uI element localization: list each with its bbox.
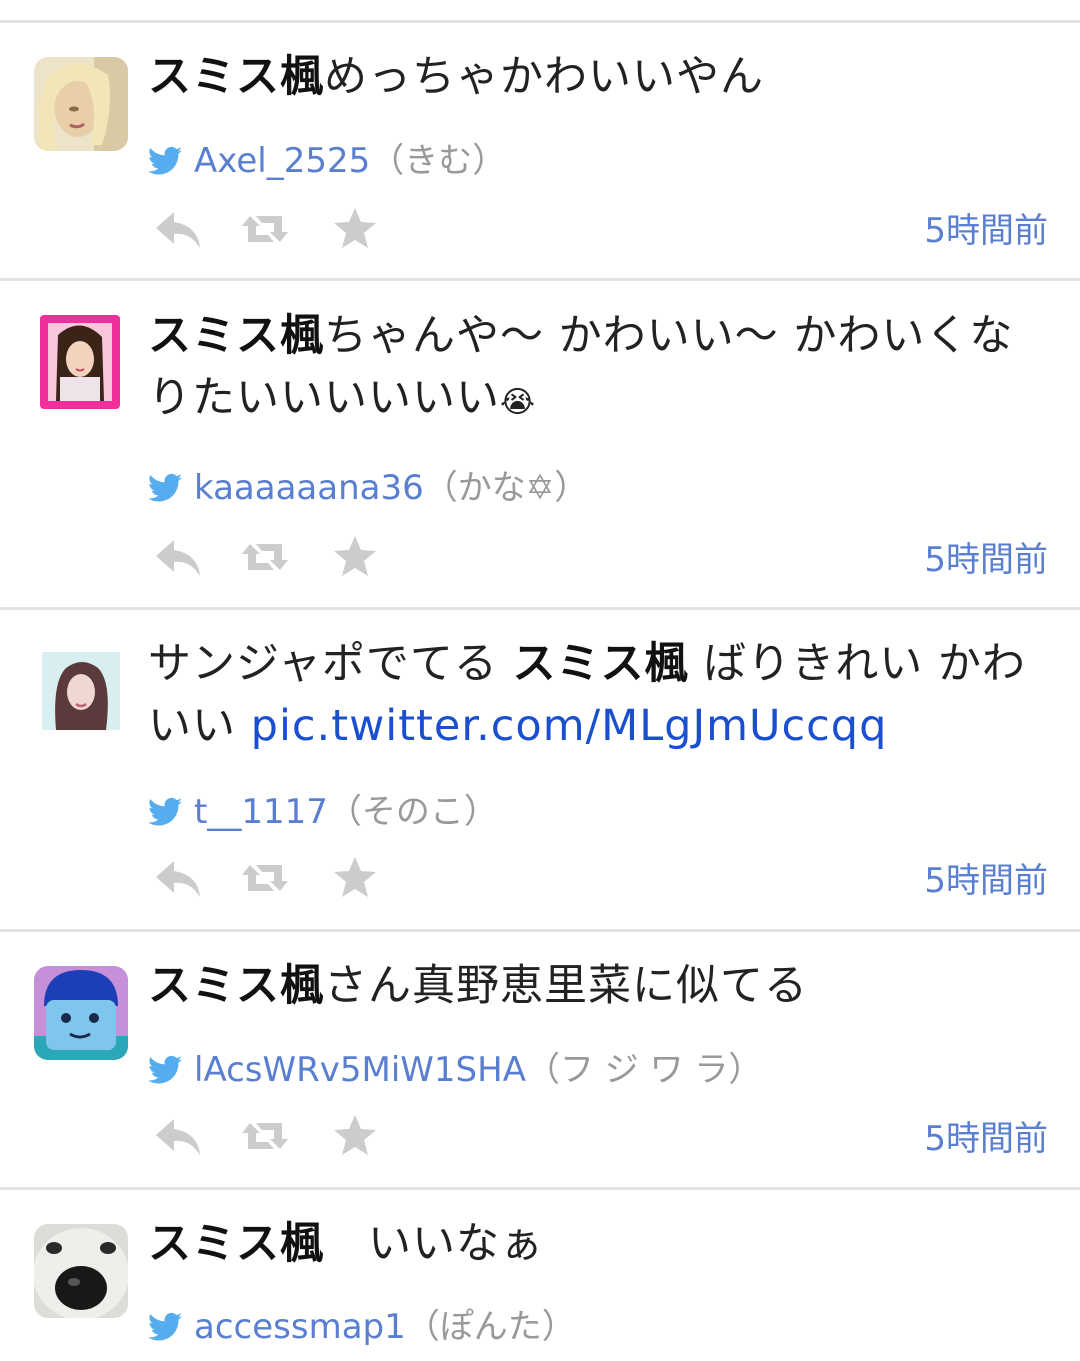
username[interactable]: kaaaaaana36 <box>194 468 424 508</box>
nickname: （フ ジ ワ ラ） <box>525 1050 763 1090</box>
user-line[interactable]: kaaaaaana36（かな✡） <box>148 468 588 508</box>
nickname: （ぽんた） <box>405 1307 576 1347</box>
avatar[interactable] <box>34 57 128 151</box>
star-icon[interactable] <box>330 853 380 903</box>
username[interactable]: accessmap1 <box>194 1307 406 1347</box>
twitter-bird-icon <box>148 1055 182 1084</box>
tweet-text: スミス楓ちゃんや〜 かわいい〜 かわいくなりたいいいいいい😭 <box>148 305 1048 434</box>
crying-emoji: 😭 <box>500 385 537 420</box>
keyword: スミス楓 <box>512 639 689 689</box>
retweet-icon[interactable] <box>240 532 290 582</box>
timestamp[interactable]: 5時間前 <box>924 1117 1048 1161</box>
tweet-text: スミス楓さん真野恵里菜に似てる <box>148 955 1048 1017</box>
timestamp[interactable]: 5時間前 <box>924 538 1048 582</box>
keyword: スミス楓 <box>148 1219 324 1269</box>
tweet-text: スミス楓めっちゃかわいいやん <box>148 46 1048 108</box>
username[interactable]: Axel_2525 <box>194 141 370 181</box>
twitter-bird-icon <box>148 473 182 502</box>
user-line[interactable]: lAcsWRv5MiW1SHA（フ ジ ワ ラ） <box>148 1050 762 1090</box>
twitter-bird-icon <box>148 1312 182 1341</box>
tweet-body: いいなぁ <box>324 1219 544 1269</box>
tweet-link[interactable]: pic.twitter.com/MLgJmUccqq <box>251 701 888 751</box>
reply-icon[interactable] <box>154 853 204 903</box>
reply-icon[interactable] <box>154 204 204 254</box>
star-icon[interactable] <box>330 532 380 582</box>
retweet-icon[interactable] <box>240 204 290 254</box>
avatar[interactable] <box>34 1224 128 1318</box>
tweet-body: めっちゃかわいいやん <box>324 52 764 102</box>
keyword: スミス楓 <box>148 311 324 361</box>
star-icon[interactable] <box>330 1111 380 1161</box>
reply-icon[interactable] <box>154 532 204 582</box>
twitter-bird-icon <box>148 146 182 175</box>
tweet-divider <box>0 1187 1080 1190</box>
user-line[interactable]: accessmap1（ぽんた） <box>148 1307 576 1347</box>
username[interactable]: lAcsWRv5MiW1SHA <box>194 1050 526 1090</box>
nickname: （きむ） <box>370 141 507 181</box>
tweet-body: さん真野恵里菜に似てる <box>324 961 808 1011</box>
star-icon[interactable] <box>330 204 380 254</box>
keyword: スミス楓 <box>148 52 324 102</box>
tweet-body-start: サンジャポでてる <box>148 639 513 689</box>
retweet-icon[interactable] <box>240 1111 290 1161</box>
avatar[interactable] <box>42 652 120 730</box>
tweet-text: サンジャポでてる スミス楓 ばりきれい かわいい pic.twitter.com… <box>148 633 1048 757</box>
top-divider <box>0 20 1080 23</box>
user-line[interactable]: t__1117（そのこ） <box>148 792 498 832</box>
username[interactable]: t__1117 <box>194 792 328 832</box>
timestamp[interactable]: 5時間前 <box>924 859 1048 903</box>
avatar[interactable] <box>40 315 120 409</box>
nickname: （かな✡） <box>423 468 589 508</box>
tweet-divider <box>0 929 1080 932</box>
user-line[interactable]: Axel_2525（きむ） <box>148 141 506 181</box>
retweet-icon[interactable] <box>240 853 290 903</box>
twitter-bird-icon <box>148 797 182 826</box>
timestamp[interactable]: 5時間前 <box>924 209 1048 253</box>
reply-icon[interactable] <box>154 1111 204 1161</box>
nickname: （そのこ） <box>327 792 498 832</box>
tweet-divider <box>0 278 1080 281</box>
tweet-divider <box>0 607 1080 610</box>
avatar[interactable] <box>34 966 128 1060</box>
tweet-text: スミス楓 いいなぁ <box>148 1213 1048 1275</box>
keyword: スミス楓 <box>148 961 324 1011</box>
